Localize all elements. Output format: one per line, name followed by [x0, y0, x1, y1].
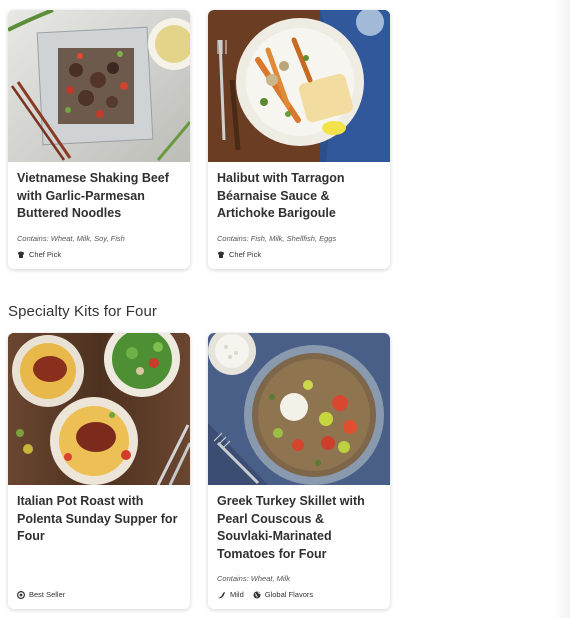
tag-label: Mild — [230, 590, 244, 599]
tag: Best Seller — [17, 590, 65, 599]
recipe-photo[interactable] — [8, 10, 190, 162]
recipe-title[interactable]: Italian Pot Roast with Polenta Sunday Su… — [17, 493, 181, 546]
tag-label: Chef Pick — [29, 250, 62, 259]
tag-list: Mild Global Flavors — [217, 590, 313, 599]
recipe-card[interactable]: Vietnamese Shaking Beef with Garlic-Parm… — [8, 10, 190, 269]
recipe-card[interactable]: Italian Pot Roast with Polenta Sunday Su… — [8, 333, 190, 609]
allergen-text: Contains: Fish, Milk, Shellfish, Eggs — [217, 234, 337, 243]
tag-list: Chef Pick — [217, 250, 261, 259]
section-title: Specialty Kits for Four — [8, 303, 158, 320]
chef-hat-icon — [18, 250, 24, 258]
tag: Chef Pick — [17, 250, 61, 259]
recipe-photo[interactable] — [208, 10, 390, 162]
page-edge-shadow — [554, 0, 570, 618]
recipe-card[interactable]: Greek Turkey Skillet with Pearl Couscous… — [208, 333, 390, 609]
globe-icon — [253, 591, 261, 598]
tag-list: Best Seller — [17, 590, 65, 599]
tag: Global Flavors — [253, 590, 313, 599]
tag: Chef Pick — [217, 250, 261, 259]
tag-label: Best Seller — [29, 590, 66, 599]
recipe-title[interactable]: Vietnamese Shaking Beef with Garlic-Parm… — [17, 170, 181, 223]
chef-hat-icon — [218, 250, 224, 258]
recipe-title[interactable]: Greek Turkey Skillet with Pearl Couscous… — [217, 493, 381, 563]
recipe-photo[interactable] — [8, 333, 190, 485]
chili-pepper-icon — [218, 591, 225, 598]
best-seller-icon — [17, 590, 25, 599]
recipe-photo[interactable] — [208, 333, 390, 485]
tag-list: Chef Pick — [17, 250, 61, 259]
recipe-card[interactable]: Halibut with Tarragon Béarnaise Sauce & … — [208, 10, 390, 269]
tag: Mild — [217, 590, 244, 599]
allergen-text: Contains: Wheat, Milk, Soy, Fish — [17, 234, 125, 243]
tag-label: Global Flavors — [264, 590, 314, 599]
recipe-title[interactable]: Halibut with Tarragon Béarnaise Sauce & … — [217, 170, 381, 223]
tag-label: Chef Pick — [229, 250, 262, 259]
allergen-text: Contains: Wheat, Milk — [217, 574, 290, 583]
